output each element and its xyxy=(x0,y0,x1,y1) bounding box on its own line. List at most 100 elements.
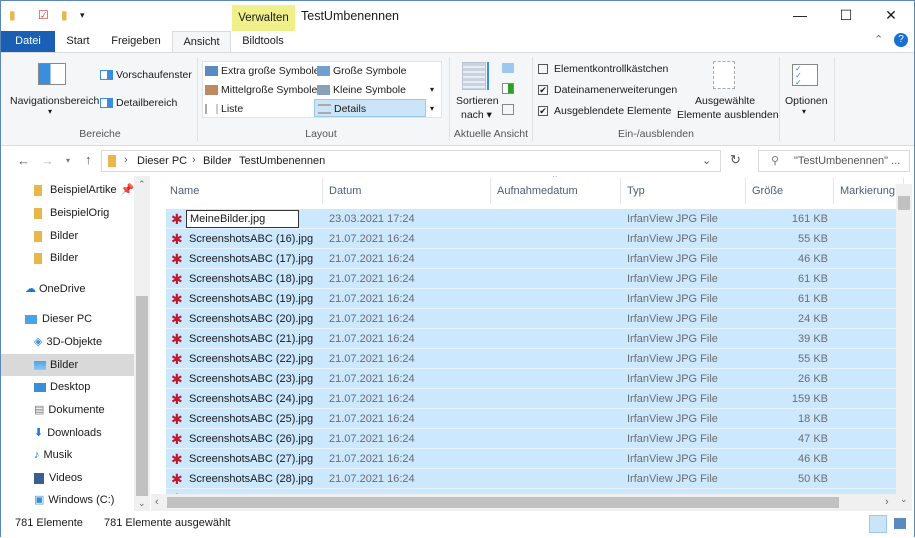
close-button[interactable]: ✕ xyxy=(876,7,906,24)
back-icon[interactable]: ← xyxy=(17,153,30,168)
checkbox-ausgeblendete-elemente[interactable]: ✔ Ausgeblendete Elemente xyxy=(538,105,671,117)
details-pane-button[interactable]: Detailbereich xyxy=(100,97,177,109)
column-header-name[interactable]: Name xyxy=(164,178,323,204)
checkbox-dateinamenerweiterungen[interactable]: ✔ Dateinamenerweiterungen xyxy=(538,84,677,96)
checkbox-checked-icon[interactable]: ✔ xyxy=(538,85,548,96)
sort-button-line2[interactable]: nach ▾ xyxy=(461,109,492,121)
table-row[interactable]: ✱ ScreenshotsABC (26).jpg 21.07.2021 16:24… xyxy=(166,429,896,449)
collapse-ribbon-icon[interactable]: ⌃ xyxy=(874,33,883,46)
search-input[interactable]: ⚲ "TestUmbenennen" ... xyxy=(758,150,910,172)
help-icon[interactable]: ? xyxy=(894,33,908,47)
breadcrumb-testumbenennen[interactable]: TestUmbenennen xyxy=(239,155,325,167)
file-type: IrfanView JPG File xyxy=(627,233,718,245)
tab-datei[interactable]: Datei xyxy=(1,31,55,52)
checkbox-icon[interactable] xyxy=(538,64,548,75)
list-scroll-thumb[interactable] xyxy=(898,196,910,210)
minimize-button[interactable]: — xyxy=(785,7,815,23)
table-row[interactable]: ✱ ScreenshotsABC (25).jpg 21.07.2021 16:24… xyxy=(166,409,896,429)
nav-item-bilder-pc[interactable]: Bilder xyxy=(1,354,134,376)
breadcrumb-bilder[interactable]: Bilder xyxy=(203,155,231,167)
table-row[interactable]: ✱ ScreenshotsABC (24).jpg 21.07.2021 16:24… xyxy=(166,389,896,409)
list-vertical-scrollbar[interactable]: ⌄ xyxy=(896,184,912,511)
address-bar[interactable]: › Dieser PC › Bilder › TestUmbenennen ⌄ xyxy=(101,150,721,172)
up-icon[interactable]: ↑ xyxy=(85,152,92,167)
navigation-pane-button[interactable]: Navigationsbereich xyxy=(10,95,99,107)
nav-item-onedrive[interactable]: ☁ OneDrive xyxy=(1,278,134,300)
size-columns-icon[interactable] xyxy=(502,104,514,115)
breadcrumb-dieser-pc[interactable]: Dieser PC xyxy=(137,155,187,167)
group-by-icon[interactable] xyxy=(502,63,514,73)
nav-item-downloads[interactable]: ⬇ Downloads xyxy=(1,422,134,444)
table-row[interactable]: ✱ MeineBilder.jpg 23.03.2021 17:24 IrfanVie… xyxy=(166,209,896,229)
scroll-right-icon[interactable]: › xyxy=(885,496,889,508)
table-row[interactable]: ✱ ScreenshotsABC (19).jpg 21.07.2021 16:24… xyxy=(166,289,896,309)
recent-locations-icon[interactable]: ▾ xyxy=(66,156,70,165)
horizontal-scroll-thumb[interactable] xyxy=(167,497,839,508)
hide-selected-line2[interactable]: Elemente ausblenden xyxy=(677,109,779,121)
checkbox-label: Elementkontrollkästchen xyxy=(554,63,669,75)
table-row[interactable]: ✱ ScreenshotsABC (22).jpg 21.07.2021 16:24… xyxy=(166,349,896,369)
nav-item-beispielorig[interactable]: BeispielOrig xyxy=(1,202,134,224)
context-tab-verwalten[interactable]: Verwalten xyxy=(232,5,295,31)
nav-item-bilder-2[interactable]: Bilder xyxy=(1,247,134,269)
nav-item-3d-objekte[interactable]: ◈ 3D-Objekte xyxy=(1,331,134,353)
nav-scrollbar[interactable]: ⌃ ⌄ xyxy=(134,176,150,511)
nav-item-dieser-pc[interactable]: Dieser PC xyxy=(1,308,134,330)
address-dropdown-icon[interactable]: ⌄ xyxy=(702,154,711,167)
tab-freigeben[interactable]: Freigeben xyxy=(105,31,167,52)
add-columns-icon[interactable] xyxy=(502,83,514,94)
nav-item-bilder[interactable]: Bilder xyxy=(1,225,134,247)
column-header-markierung[interactable]: Markierung xyxy=(834,178,904,204)
nav-item-musik[interactable]: ♪ Musik xyxy=(1,444,134,466)
checkbox-checked-icon[interactable]: ✔ xyxy=(538,106,548,117)
sort-button-line1[interactable]: Sortieren xyxy=(456,95,499,107)
maximize-button[interactable]: ☐ xyxy=(831,7,861,24)
table-row[interactable]: ✱ ScreenshotsABC (18).jpg 21.07.2021 16:24… xyxy=(166,269,896,289)
new-folder-icon[interactable]: ▮ xyxy=(61,8,68,22)
properties-icon[interactable]: ☑ xyxy=(38,8,49,22)
checkbox-elementkontrollkaestchen[interactable]: Elementkontrollkästchen xyxy=(538,63,668,75)
column-header-groesse[interactable]: Größe xyxy=(746,178,834,204)
table-row[interactable]: ✱ ScreenshotsABC (28).jpg 21.07.2021 16:24… xyxy=(166,469,896,489)
column-header-typ[interactable]: Typ xyxy=(621,178,746,204)
gallery-scroll-down[interactable]: ▾ xyxy=(430,81,434,99)
layout-small[interactable]: Kleine Symbole xyxy=(317,81,406,99)
options-button[interactable]: Optionen xyxy=(785,95,828,107)
table-row[interactable]: ✱ ScreenshotsABC (23).jpg 21.07.2021 16:24… xyxy=(166,369,896,389)
gallery-expand[interactable]: ▾ xyxy=(430,100,434,118)
details-view-icon[interactable] xyxy=(869,515,887,533)
scroll-down-icon[interactable]: ⌄ xyxy=(900,494,908,505)
table-row[interactable]: ✱ ScreenshotsABC (21).jpg 21.07.2021 16:24… xyxy=(166,329,896,349)
scroll-up-icon[interactable]: ⌃ xyxy=(138,179,146,190)
tab-ansicht[interactable]: Ansicht xyxy=(172,31,231,52)
layout-list[interactable]: Liste xyxy=(205,100,243,118)
tab-bildtools[interactable]: Bildtools xyxy=(233,31,293,52)
table-row[interactable]: ✱ ScreenshotsABC (16).jpg 21.07.2021 16:24… xyxy=(166,229,896,249)
layout-medium[interactable]: Mittelgroße Symbole xyxy=(205,81,317,99)
nav-item-desktop[interactable]: Desktop xyxy=(1,376,134,398)
nav-scroll-thumb[interactable] xyxy=(136,296,148,496)
large-icons-view-icon[interactable] xyxy=(894,518,906,529)
refresh-icon[interactable]: ↻ xyxy=(730,152,741,168)
nav-item-dokumente[interactable]: ▤ Dokumente xyxy=(1,399,134,421)
options-arrow-icon[interactable]: ▾ xyxy=(802,107,806,116)
table-row[interactable]: ✱ ScreenshotsABC (27).jpg 21.07.2021 16:24… xyxy=(166,449,896,469)
nav-item-videos[interactable]: Videos xyxy=(1,467,134,489)
customize-quick-access-icon[interactable]: ▾ xyxy=(80,10,85,21)
column-header-datum[interactable]: Datum xyxy=(323,178,491,204)
tab-start[interactable]: Start xyxy=(59,31,97,52)
table-row[interactable]: ✱ ScreenshotsABC (17).jpg 21.07.2021 16:24… xyxy=(166,249,896,269)
scroll-down-icon[interactable]: ⌄ xyxy=(138,498,146,509)
nav-item-beispielartike[interactable]: BeispielArtike 📌 xyxy=(1,179,134,201)
hide-selected-line1[interactable]: Ausgewählte xyxy=(695,95,755,107)
scroll-left-icon[interactable]: ‹ xyxy=(155,496,159,508)
list-horizontal-scrollbar[interactable]: ‹ › xyxy=(151,494,896,511)
preview-pane-button[interactable]: Vorschaufenster xyxy=(100,69,192,81)
layout-details[interactable]: Details xyxy=(314,99,426,117)
layout-large[interactable]: Große Symbole xyxy=(317,62,407,80)
rename-input[interactable]: MeineBilder.jpg xyxy=(186,210,299,228)
layout-extra-large[interactable]: Extra große Symbole xyxy=(205,62,320,80)
nav-item-windows-c[interactable]: ▣ Windows (C:) xyxy=(1,489,134,511)
forward-icon[interactable]: → xyxy=(41,153,54,168)
table-row[interactable]: ✱ ScreenshotsABC (20).jpg 21.07.2021 16:24… xyxy=(166,309,896,329)
